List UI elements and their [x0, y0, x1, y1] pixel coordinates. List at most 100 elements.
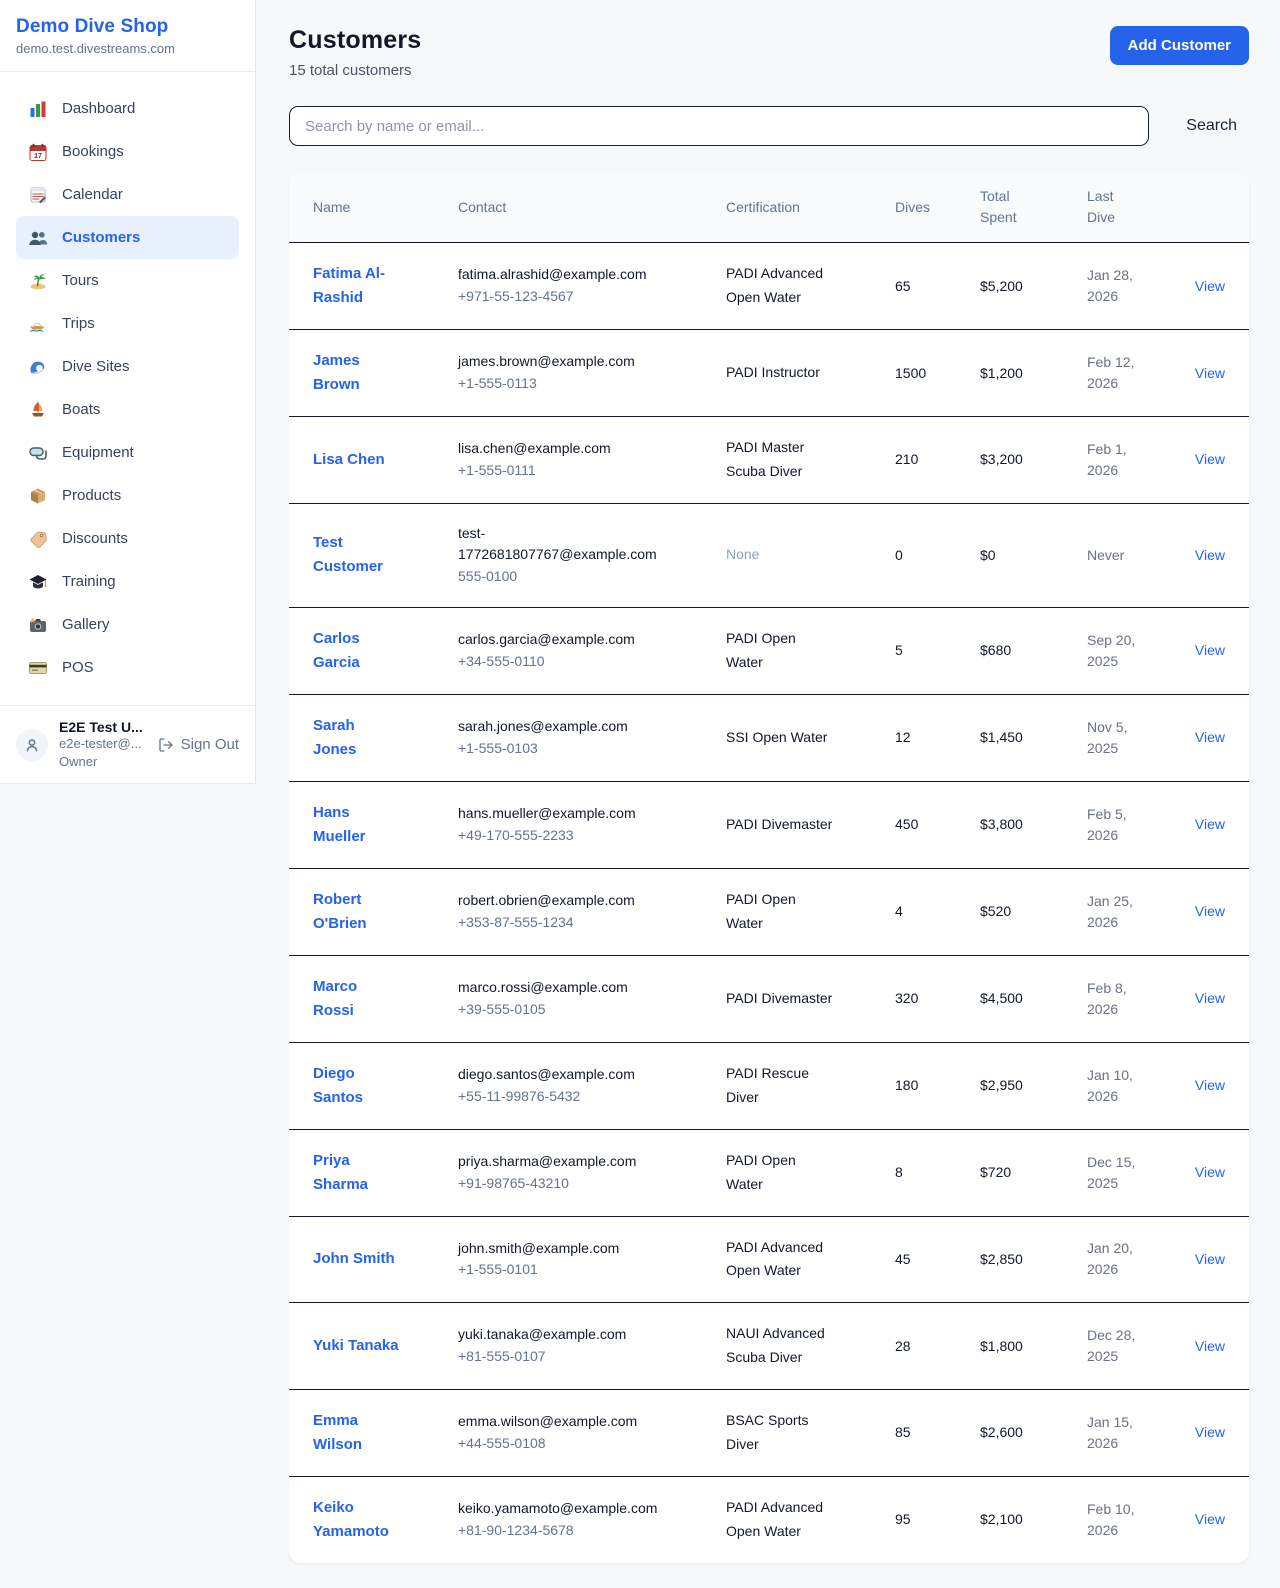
sign-out-button[interactable]: Sign Out: [158, 736, 239, 753]
sidebar-item-equipment[interactable]: Equipment: [16, 431, 239, 474]
shop-domain: demo.test.divestreams.com: [16, 41, 239, 56]
customer-last-dive: Feb 12, 2026: [1087, 352, 1147, 394]
table-row: Hans Mueller hans.mueller@example.com +4…: [289, 782, 1249, 869]
view-customer-link[interactable]: View: [1195, 1511, 1225, 1527]
customer-name-link[interactable]: Robert O'Brien: [313, 888, 399, 936]
sidebar-item-dive-sites[interactable]: Dive Sites: [16, 345, 239, 388]
view-customer-link[interactable]: View: [1195, 642, 1225, 658]
customer-name-link[interactable]: Emma Wilson: [313, 1409, 399, 1457]
customer-last-dive: Jan 10, 2026: [1087, 1065, 1147, 1107]
customer-total-spent: $3,200: [980, 449, 1087, 470]
sidebar-item-label: Boats: [62, 401, 100, 418]
customer-phone: +39-555-0105: [458, 999, 673, 1021]
sign-out-label: Sign Out: [181, 736, 239, 753]
customer-certification: PADI Divemaster: [726, 813, 832, 837]
sidebar-nav: Dashboard 17 Bookings Calendar Customers…: [0, 72, 255, 705]
customer-certification: PADI Master Scuba Diver: [726, 436, 835, 484]
customer-total-spent: $520: [980, 901, 1087, 922]
view-customer-link[interactable]: View: [1195, 1338, 1225, 1354]
sidebar-item-discounts[interactable]: Discounts: [16, 517, 239, 560]
customer-phone: +1-555-0111: [458, 460, 673, 482]
sidebar-item-products[interactable]: Products: [16, 474, 239, 517]
customer-dives: 4: [895, 901, 980, 922]
sidebar-item-label: Training: [62, 573, 116, 590]
customer-dives: 45: [895, 1249, 980, 1270]
customer-name-link[interactable]: Marco Rossi: [313, 975, 399, 1023]
customer-email: keiko.yamamoto@example.com: [458, 1498, 673, 1520]
sidebar: Demo Dive Shop demo.test.divestreams.com…: [0, 0, 256, 784]
customer-name-link[interactable]: Sarah Jones: [313, 714, 399, 762]
sidebar-item-training[interactable]: Training: [16, 560, 239, 603]
view-customer-link[interactable]: View: [1195, 278, 1225, 294]
customer-total-spent: $2,600: [980, 1422, 1087, 1443]
customer-certification: BSAC Sports Diver: [726, 1409, 835, 1457]
customer-email: diego.santos@example.com: [458, 1064, 673, 1086]
customer-total-spent: $720: [980, 1162, 1087, 1183]
customer-name-link[interactable]: Fatima Al-Rashid: [313, 262, 399, 310]
customer-name-link[interactable]: James Brown: [313, 349, 399, 397]
view-customer-link[interactable]: View: [1195, 451, 1225, 467]
search-input[interactable]: [289, 106, 1149, 146]
sidebar-footer: E2E Test U... e2e-tester@... Owner Sign …: [0, 705, 255, 783]
table-row: Test Customer test-1772681807767@example…: [289, 504, 1249, 608]
sidebar-item-bookings[interactable]: 17 Bookings: [16, 130, 239, 173]
sidebar-item-calendar[interactable]: Calendar: [16, 173, 239, 216]
shop-title: Demo Dive Shop: [16, 16, 239, 38]
customer-name-link[interactable]: Yuki Tanaka: [313, 1334, 399, 1358]
sidebar-item-label: Customers: [62, 229, 140, 246]
view-customer-link[interactable]: View: [1195, 1164, 1225, 1180]
customer-email: hans.mueller@example.com: [458, 803, 673, 825]
view-customer-link[interactable]: View: [1195, 1251, 1225, 1267]
sidebar-item-customers[interactable]: Customers: [16, 216, 239, 259]
sidebar-item-label: Products: [62, 487, 121, 504]
view-customer-link[interactable]: View: [1195, 1077, 1225, 1093]
customer-last-dive: Jan 20, 2026: [1087, 1238, 1147, 1280]
view-customer-link[interactable]: View: [1195, 365, 1225, 381]
add-customer-button[interactable]: Add Customer: [1110, 26, 1249, 65]
sidebar-item-tours[interactable]: Tours: [16, 259, 239, 302]
customer-last-dive: Nov 5, 2025: [1087, 717, 1147, 759]
customer-certification: NAUI Advanced Scuba Diver: [726, 1322, 835, 1370]
customer-email: john.smith@example.com: [458, 1238, 673, 1260]
customer-phone: +81-90-1234-5678: [458, 1520, 673, 1542]
table-row: Sarah Jones sarah.jones@example.com +1-5…: [289, 695, 1249, 782]
view-customer-link[interactable]: View: [1195, 990, 1225, 1006]
customer-name-link[interactable]: Test Customer: [313, 531, 399, 579]
table-header-row: Name Contact Certification Dives Total S…: [289, 172, 1249, 243]
customer-total-spent: $5,200: [980, 276, 1087, 297]
sidebar-item-dashboard[interactable]: Dashboard: [16, 87, 239, 130]
column-header-name: Name: [313, 197, 458, 218]
table-row: James Brown james.brown@example.com +1-5…: [289, 330, 1249, 417]
sidebar-item-boats[interactable]: Boats: [16, 388, 239, 431]
table-row: Emma Wilson emma.wilson@example.com +44-…: [289, 1390, 1249, 1477]
customer-name-link[interactable]: Keiko Yamamoto: [313, 1496, 399, 1544]
graduation-cap-icon: [28, 572, 48, 592]
customer-phone: +1-555-0101: [458, 1259, 673, 1281]
view-customer-link[interactable]: View: [1195, 1424, 1225, 1440]
sidebar-item-pos[interactable]: POS: [16, 646, 239, 689]
customer-name-link[interactable]: John Smith: [313, 1247, 395, 1271]
camera-icon: [28, 615, 48, 635]
search-button[interactable]: Search: [1174, 117, 1249, 135]
view-customer-link[interactable]: View: [1195, 547, 1225, 563]
customer-last-dive: Jan 28, 2026: [1087, 265, 1147, 307]
view-customer-link[interactable]: View: [1195, 816, 1225, 832]
sidebar-item-trips[interactable]: Trips: [16, 302, 239, 345]
customer-certification: PADI Rescue Diver: [726, 1062, 835, 1110]
customer-name-link[interactable]: Hans Mueller: [313, 801, 399, 849]
sidebar-item-label: Trips: [62, 315, 95, 332]
customer-name-link[interactable]: Lisa Chen: [313, 448, 385, 472]
customer-name-link[interactable]: Carlos Garcia: [313, 627, 399, 675]
customer-phone: +91-98765-43210: [458, 1173, 673, 1195]
customer-email: priya.sharma@example.com: [458, 1151, 673, 1173]
customer-total-spent: $2,850: [980, 1249, 1087, 1270]
view-customer-link[interactable]: View: [1195, 903, 1225, 919]
customer-last-dive: Feb 1, 2026: [1087, 439, 1147, 481]
customer-name-link[interactable]: Priya Sharma: [313, 1149, 399, 1197]
customer-name-link[interactable]: Diego Santos: [313, 1062, 399, 1110]
customer-total-spent: $1,200: [980, 363, 1087, 384]
customer-email: james.brown@example.com: [458, 351, 673, 373]
sidebar-item-gallery[interactable]: Gallery: [16, 603, 239, 646]
view-customer-link[interactable]: View: [1195, 729, 1225, 745]
customer-phone: +971-55-123-4567: [458, 286, 673, 308]
